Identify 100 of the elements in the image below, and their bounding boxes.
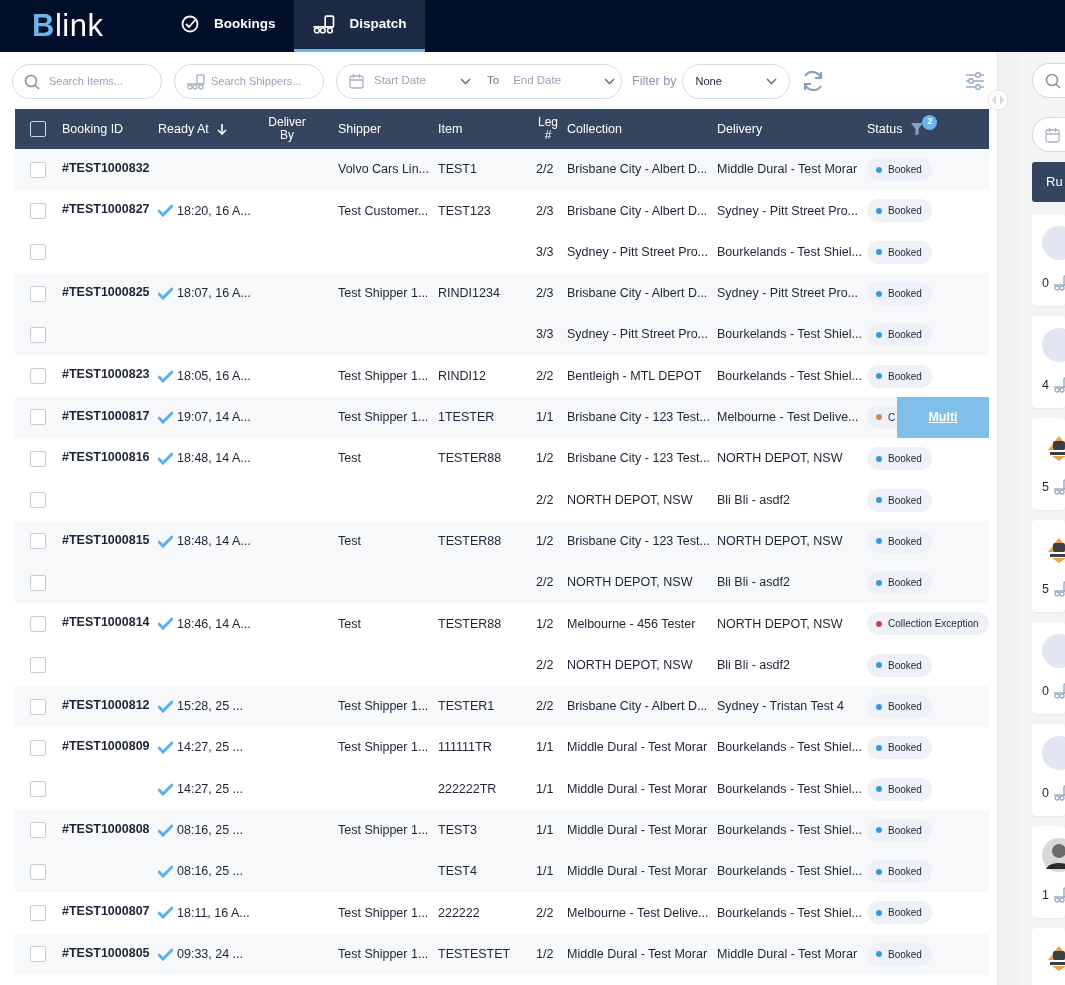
row-checkbox[interactable] (30, 326, 46, 343)
shipper-text: Test Shipper 1... (338, 905, 429, 920)
vehicle-count: 4 (1042, 377, 1049, 394)
row-checkbox[interactable] (30, 202, 46, 219)
collection-text: Middle Dural - Test Morar (567, 823, 708, 837)
row-checkbox[interactable] (30, 698, 46, 715)
leg-number: 2/2 (536, 162, 554, 177)
status-label: Booked (888, 576, 922, 591)
row-checkbox[interactable] (30, 161, 46, 178)
row-checkbox[interactable] (30, 244, 46, 261)
column-header[interactable]: Booking ID (62, 119, 158, 139)
truck-icon (186, 73, 206, 90)
delivery-text: Bourkelands - Test Shiel... (717, 244, 862, 259)
nav-tab[interactable]: Bookings (163, 0, 294, 52)
column-header[interactable]: Collection (567, 119, 717, 139)
column-header[interactable]: Ready At (158, 119, 209, 139)
search-field[interactable]: Search Shippers... (174, 63, 324, 99)
collection-text: NORTH DEPOT, NSW (567, 657, 693, 672)
select-all-checkbox[interactable] (30, 121, 46, 137)
item-text: 111111TR (438, 740, 492, 755)
ready-time: 18:11, 16 A... (177, 904, 250, 922)
column-header[interactable]: Delivery (717, 119, 867, 139)
check-icon (158, 865, 173, 879)
filter-icon[interactable] (910, 121, 925, 137)
column-header[interactable]: Leg # (536, 115, 560, 143)
driver-card[interactable]: 5 (1032, 520, 1065, 612)
settings-sliders-icon[interactable] (965, 71, 985, 91)
leg-number: 1/2 (536, 533, 554, 548)
booking-id: #TEST1000812 (62, 697, 150, 712)
row-checkbox[interactable] (30, 285, 46, 302)
ready-time: 18:05, 16 A... (177, 367, 251, 385)
end-date-input[interactable]: End Date (511, 71, 597, 91)
vehicle-count: 5 (1042, 581, 1049, 598)
check-icon (158, 617, 173, 631)
row-checkbox[interactable] (30, 657, 46, 674)
collection-text: Brisbane City - 123 Test... (567, 451, 710, 466)
status-label: Booked (888, 823, 922, 838)
status-label: C (888, 410, 896, 425)
check-circle-icon (181, 15, 200, 34)
column-header[interactable]: Deliver By (262, 115, 312, 143)
row-checkbox[interactable] (30, 368, 46, 385)
row-checkbox[interactable] (30, 863, 46, 880)
nav-tab[interactable]: Dispatch (293, 0, 425, 52)
collapse-handle-icon[interactable] (987, 89, 1009, 111)
brand-logo[interactable]: Blink (32, 0, 135, 52)
row-checkbox[interactable] (30, 409, 46, 426)
date-range-field[interactable]: Start Date To End Date (336, 63, 622, 99)
collection-text: NORTH DEPOT, NSW (567, 492, 693, 507)
row-checkbox[interactable] (30, 739, 46, 756)
item-text: 1TESTER (438, 410, 495, 425)
booking-id: #TEST1000825 (62, 284, 150, 299)
leg-number: 1/1 (536, 781, 554, 796)
check-icon (158, 452, 173, 466)
row-checkbox[interactable] (30, 574, 46, 591)
collection-text: Brisbane City - Albert D... (567, 286, 708, 301)
filter-dropdown[interactable]: None (682, 63, 791, 99)
shipper-text: Test Shipper 1... (338, 286, 429, 301)
search-field[interactable]: Search Items... (12, 63, 162, 99)
shipper-text: Test (338, 533, 361, 548)
row-checkbox[interactable] (30, 905, 46, 921)
column-header[interactable]: Status (867, 119, 903, 139)
item-text: TEST3 (438, 823, 477, 837)
status-label: Booked (888, 865, 922, 880)
delivery-text: Bli Bli - asdf2 (717, 575, 790, 590)
row-checkbox[interactable] (30, 450, 46, 467)
driver-card[interactable]: 0 (1032, 622, 1065, 714)
refresh-icon[interactable] (802, 70, 825, 92)
driver-card[interactable]: 5 (1032, 418, 1065, 510)
row-checkbox[interactable] (30, 533, 46, 550)
ready-time: 14:27, 25 ... (177, 739, 244, 757)
row-checkbox[interactable] (30, 946, 46, 963)
column-header[interactable]: Item (438, 119, 536, 139)
row-checkbox[interactable] (30, 615, 46, 632)
collection-text: Sydney - Pitt Street Pro... (567, 327, 709, 342)
row-checkbox[interactable] (30, 492, 46, 508)
delivery-text: NORTH DEPOT, NSW (717, 451, 843, 466)
column-header[interactable]: Shipper (338, 119, 438, 139)
driver-card[interactable]: 4 (1032, 316, 1065, 408)
start-date-input[interactable]: Start Date (372, 71, 452, 91)
search-icon (24, 73, 40, 90)
sort-down-icon[interactable] (216, 123, 227, 135)
driver-card[interactable]: 1 (1032, 826, 1065, 918)
ready-time: 18:46, 14 A... (177, 615, 251, 633)
collection-text: Middle Dural - Test Morar (567, 946, 708, 961)
ready-time: 18:48, 14 A... (177, 450, 251, 468)
booking-id: #TEST1000815 (62, 532, 150, 547)
row-checkbox[interactable] (30, 781, 46, 798)
driver-card[interactable]: 0 (1032, 214, 1065, 306)
delivery-text: Bli Bli - asdf2 (717, 657, 790, 672)
booking-id: #TEST1000816 (62, 450, 150, 465)
chevron-down-icon (766, 77, 778, 85)
check-icon (158, 410, 173, 424)
driver-card[interactable]: 0 (1032, 724, 1065, 816)
status-label: Booked (888, 493, 922, 508)
run-button[interactable]: Ru (1032, 162, 1065, 202)
collection-text: Brisbane City - Albert D... (567, 699, 708, 714)
delivery-text: Bourkelands - Test Shiel... (717, 327, 862, 342)
delivery-text: Bourkelands - Test Shiel... (717, 740, 862, 755)
ready-time: 09:33, 24 ... (177, 945, 244, 963)
row-checkbox[interactable] (30, 822, 46, 839)
